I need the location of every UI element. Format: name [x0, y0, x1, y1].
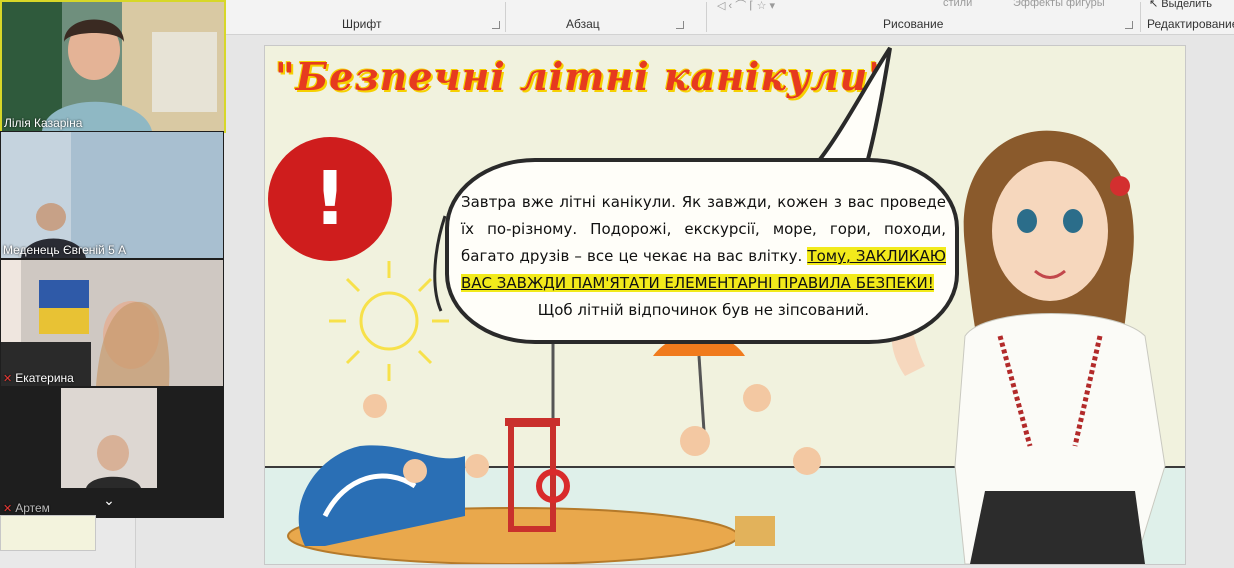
participant-video [2, 2, 224, 131]
ribbon-group-font: Шрифт [224, 0, 504, 34]
participant-video [1, 260, 223, 386]
slide[interactable]: "Безпечні літні канікули" ! Завтра вже л… [264, 45, 1186, 565]
ribbon-group-paragraph-label: Абзац [566, 17, 600, 31]
ribbon-group-editing: ↖ Выделить Редактирование [1141, 0, 1234, 34]
cursor-icon: ↖ [1149, 0, 1159, 10]
slide-thumbnail[interactable] [0, 515, 96, 551]
ribbon-group-paragraph: Абзац [506, 0, 706, 34]
ribbon-group-drawing: ◁ ‹ ⌒ ⌈ ☆ ▾ стили Эффекты фигуры Рисован… [707, 0, 1137, 34]
font-dialog-launcher-icon[interactable] [492, 21, 500, 29]
ribbon-group-font-label: Шрифт [342, 17, 382, 31]
select-button[interactable]: ↖ Выделить [1149, 0, 1212, 10]
paragraph-dialog-launcher-icon[interactable] [676, 21, 684, 29]
participant-name: Меденець Євгеній 5 А [3, 243, 127, 257]
bubble-highlight-tomu: Тому [807, 247, 846, 265]
participant-tile[interactable]: Меденець Євгеній 5 А [0, 131, 224, 259]
beach-illustration [287, 321, 821, 564]
participant-name: ✕ Артем [3, 501, 50, 515]
participant-tile[interactable]: ✕ Екатерина [0, 259, 224, 387]
muted-microphone-icon: ✕ [3, 373, 13, 385]
participant-tile[interactable]: Лілія Казаріна [0, 0, 226, 133]
video-participants-panel: Лілія Казаріна Меденець Євгеній 5 А ✕ Ека… [0, 0, 226, 518]
speech-bubble-text[interactable]: Завтра вже літні канікули. Як завжди, ко… [461, 189, 946, 324]
muted-microphone-icon: ✕ [3, 503, 13, 515]
participant-name-text: Екатерина [15, 371, 74, 385]
participant-name: ✕ Екатерина [3, 371, 74, 385]
participant-name-text: Артем [15, 501, 50, 515]
ribbon-group-drawing-label: Рисование [883, 17, 944, 31]
styles-button[interactable]: стили [943, 0, 972, 9]
bubble-paragraph-3: Щоб літній відпочинок був не зіпсований. [537, 301, 870, 319]
shape-effects-button[interactable]: Эффекты фигуры [1013, 0, 1105, 9]
sun-icon [329, 261, 449, 381]
drawing-dialog-launcher-icon[interactable] [1125, 21, 1133, 29]
select-button-label: Выделить [1161, 0, 1213, 10]
participant-video [1, 132, 223, 258]
chevron-down-icon[interactable]: ⌄ [98, 489, 120, 511]
participant-name: Лілія Казаріна [4, 116, 83, 130]
ribbon-group-editing-label: Редактирование [1147, 17, 1234, 31]
quick-shapes-row[interactable]: ◁ ‹ ⌒ ⌈ ☆ ▾ [717, 0, 775, 13]
